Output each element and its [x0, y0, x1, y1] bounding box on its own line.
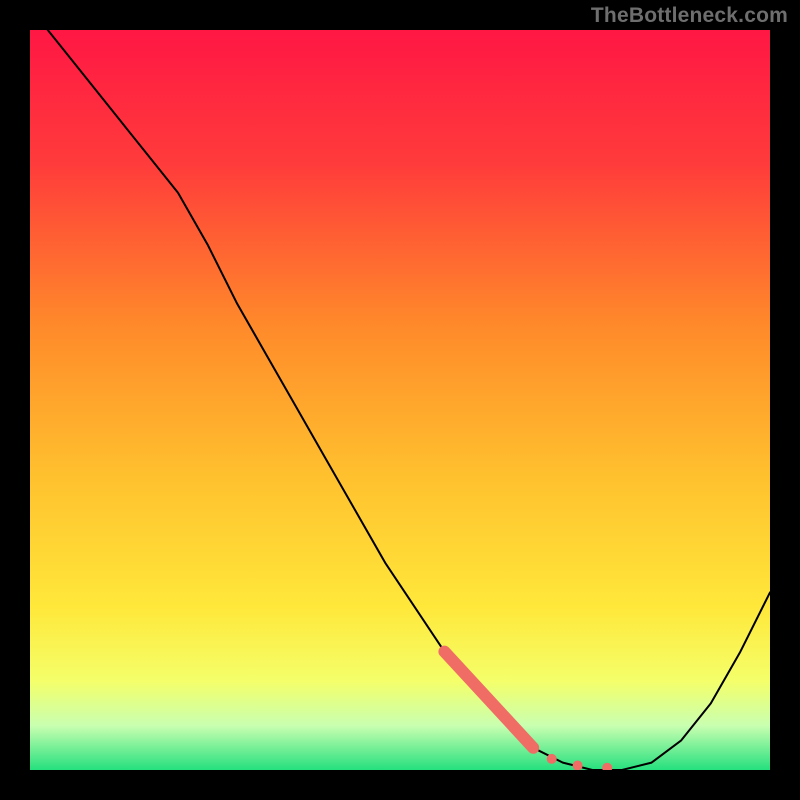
critical-dot-0 [547, 754, 557, 764]
chart-frame: TheBottleneck.com [0, 0, 800, 800]
gradient-background [30, 30, 770, 770]
watermark-text: TheBottleneck.com [591, 4, 788, 28]
bottleneck-chart [30, 30, 770, 770]
